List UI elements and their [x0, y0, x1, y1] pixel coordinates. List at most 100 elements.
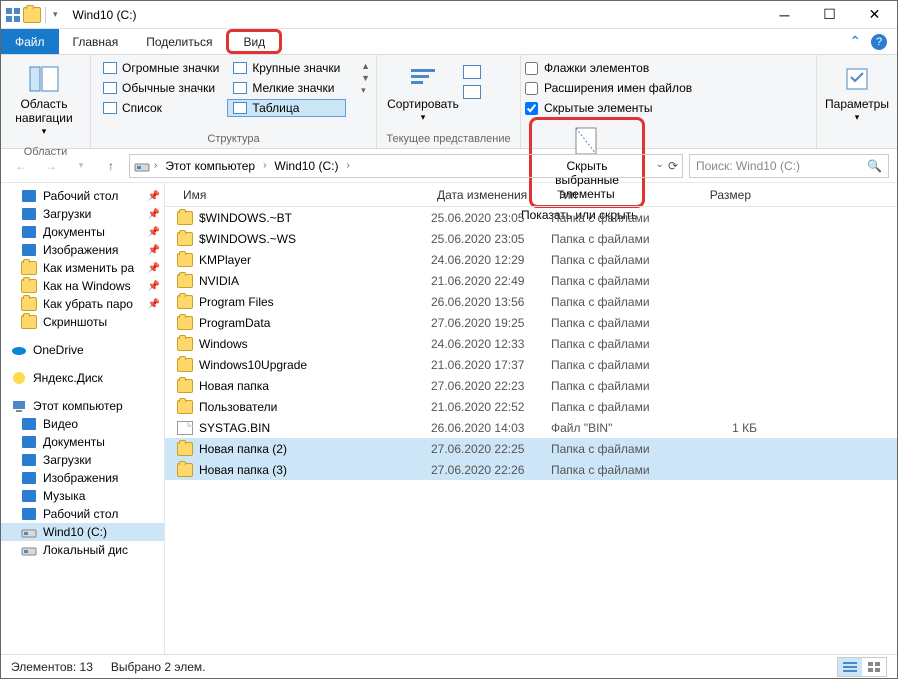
icons-view-button[interactable]: [862, 658, 886, 676]
pin-icon: 📌: [148, 263, 160, 274]
sidebar-item[interactable]: Как на Windows📌: [1, 277, 164, 295]
minimize-button[interactable]: ─: [762, 1, 807, 29]
sidebar-item[interactable]: Документы📌: [1, 223, 164, 241]
table-row[interactable]: NVIDIA21.06.2020 22:49Папка с файлами: [165, 270, 897, 291]
table-row[interactable]: Windows24.06.2020 12:33Папка с файлами: [165, 333, 897, 354]
pics-icon: [21, 471, 37, 485]
sidebar-onedrive[interactable]: OneDrive: [1, 341, 164, 359]
sidebar-item[interactable]: Загрузки📌: [1, 205, 164, 223]
qat-dropdown-icon[interactable]: ▾: [50, 9, 61, 20]
address-dropdown-icon[interactable]: ⌄: [656, 159, 664, 173]
folder-icon: [177, 232, 193, 246]
checkbox-item-flags[interactable]: Флажки элементов: [521, 59, 816, 77]
layout-list[interactable]: Список: [97, 99, 225, 117]
column-date[interactable]: Дата изменения: [431, 188, 551, 202]
back-button[interactable]: ←: [9, 154, 33, 178]
table-row[interactable]: Новая папка27.06.2020 22:23Папка с файла…: [165, 375, 897, 396]
sidebar-item[interactable]: Как убрать паро📌: [1, 295, 164, 313]
layout-scroll-up-icon[interactable]: ▲: [361, 61, 370, 71]
search-box[interactable]: Поиск: Wind10 (C:) 🔍: [689, 154, 889, 178]
column-name[interactable]: Имя: [177, 188, 431, 202]
navigation-pane[interactable]: Рабочий стол📌Загрузки📌Документы📌Изображе…: [1, 183, 165, 654]
view-tab[interactable]: Вид: [226, 29, 282, 54]
hidden-items-checkbox[interactable]: [525, 102, 538, 115]
file-tab[interactable]: Файл: [1, 29, 59, 54]
options-button[interactable]: Параметры ▾: [823, 59, 891, 126]
chevron-right-icon[interactable]: ›: [152, 160, 159, 171]
table-row[interactable]: ProgramData27.06.2020 19:25Папка с файла…: [165, 312, 897, 333]
chevron-right-icon[interactable]: ›: [344, 160, 351, 171]
address-bar[interactable]: › Этот компьютер › Wind10 (C:) › ⌄ ⟳: [129, 154, 683, 178]
search-icon[interactable]: 🔍: [867, 159, 882, 173]
pin-icon: 📌: [148, 209, 160, 220]
up-button[interactable]: ↑: [99, 154, 123, 178]
sidebar-item[interactable]: Документы: [1, 433, 164, 451]
file-name: $WINDOWS.~BT: [199, 211, 431, 225]
column-size[interactable]: Размер: [667, 188, 757, 202]
history-dropdown[interactable]: ▾: [69, 154, 93, 178]
table-row[interactable]: $WINDOWS.~BT25.06.2020 23:05Папка с файл…: [165, 207, 897, 228]
desktop-icon: [21, 189, 37, 203]
forward-button[interactable]: →: [39, 154, 63, 178]
sidebar-item[interactable]: Wind10 (C:): [1, 523, 164, 541]
table-row[interactable]: Windows10Upgrade21.06.2020 17:37Папка с …: [165, 354, 897, 375]
table-row[interactable]: Пользователи21.06.2020 22:52Папка с файл…: [165, 396, 897, 417]
table-row[interactable]: $WINDOWS.~WS25.06.2020 23:05Папка с файл…: [165, 228, 897, 249]
sidebar-item[interactable]: Рабочий стол📌: [1, 187, 164, 205]
sidebar-thispc[interactable]: Этот компьютер: [1, 397, 164, 415]
file-date: 27.06.2020 19:25: [431, 316, 551, 330]
home-tab[interactable]: Главная: [59, 29, 133, 54]
table-row[interactable]: Новая папка (3)27.06.2020 22:26Папка с ф…: [165, 459, 897, 480]
sidebar-item[interactable]: Рабочий стол: [1, 505, 164, 523]
sidebar-item[interactable]: Изображения: [1, 469, 164, 487]
nav-pane-label: Область навигации: [9, 98, 79, 126]
sidebar-yandexdisk[interactable]: Яндекс.Диск: [1, 369, 164, 387]
sidebar-item[interactable]: Видео: [1, 415, 164, 433]
layout-small-icons[interactable]: Мелкие значки: [227, 79, 346, 97]
checkbox-file-extensions[interactable]: Расширения имен файлов: [521, 79, 816, 97]
item-flags-checkbox[interactable]: [525, 62, 538, 75]
view-mode-toggle: [837, 657, 887, 677]
column-type[interactable]: Тип: [551, 188, 667, 202]
sidebar-item-label: Wind10 (C:): [43, 525, 107, 539]
sidebar-item[interactable]: Скриншоты: [1, 313, 164, 331]
refresh-icon[interactable]: ⟳: [668, 159, 678, 173]
sidebar-item-label: Локальный дис: [43, 543, 128, 557]
file-date: 25.06.2020 23:05: [431, 232, 551, 246]
table-row[interactable]: Новая папка (2)27.06.2020 22:25Папка с ф…: [165, 438, 897, 459]
layout-large-icons[interactable]: Крупные значки: [227, 59, 346, 77]
breadcrumb-thispc[interactable]: Этот компьютер: [161, 159, 259, 173]
layout-expand-icon[interactable]: ▾: [361, 85, 370, 96]
file-ext-checkbox[interactable]: [525, 82, 538, 95]
size-all-columns-icon[interactable]: [463, 85, 481, 99]
layout-table[interactable]: Таблица: [227, 99, 346, 117]
sidebar-item[interactable]: Музыка: [1, 487, 164, 505]
table-row[interactable]: SYSTAG.BIN26.06.2020 14:03Файл "BIN"1 КБ: [165, 417, 897, 438]
layout-scroll-down-icon[interactable]: ▼: [361, 73, 370, 83]
sidebar-item-label: Изображения: [43, 243, 118, 257]
sidebar-item[interactable]: Как изменить ра📌: [1, 259, 164, 277]
share-tab[interactable]: Поделиться: [132, 29, 226, 54]
layout-normal-icons[interactable]: Обычные значки: [97, 79, 225, 97]
downloads-icon: [21, 453, 37, 467]
details-view-button[interactable]: [838, 658, 862, 676]
file-date: 25.06.2020 23:05: [431, 211, 551, 225]
sidebar-item[interactable]: Изображения📌: [1, 241, 164, 259]
maximize-button[interactable]: ☐: [807, 1, 852, 29]
sidebar-item-label: Скриншоты: [43, 315, 107, 329]
qat-divider: [45, 7, 46, 23]
table-row[interactable]: KMPlayer24.06.2020 12:29Папка с файлами: [165, 249, 897, 270]
close-button[interactable]: ✕: [852, 1, 897, 29]
collapse-ribbon-icon[interactable]: ⌃: [849, 33, 861, 50]
table-row[interactable]: Program Files26.06.2020 13:56Папка с фай…: [165, 291, 897, 312]
breadcrumb-drive[interactable]: Wind10 (C:): [270, 159, 342, 173]
help-icon[interactable]: ?: [871, 34, 887, 50]
navigation-pane-button[interactable]: Область навигации ▾: [7, 59, 81, 140]
chevron-right-icon[interactable]: ›: [261, 160, 268, 171]
layout-huge-icons[interactable]: Огромные значки: [97, 59, 225, 77]
add-columns-icon[interactable]: [463, 65, 481, 79]
sort-button[interactable]: Сортировать ▾: [383, 59, 463, 126]
checkbox-hidden-items[interactable]: Скрытые элементы: [521, 99, 816, 117]
sidebar-item[interactable]: Локальный дис: [1, 541, 164, 559]
sidebar-item[interactable]: Загрузки: [1, 451, 164, 469]
